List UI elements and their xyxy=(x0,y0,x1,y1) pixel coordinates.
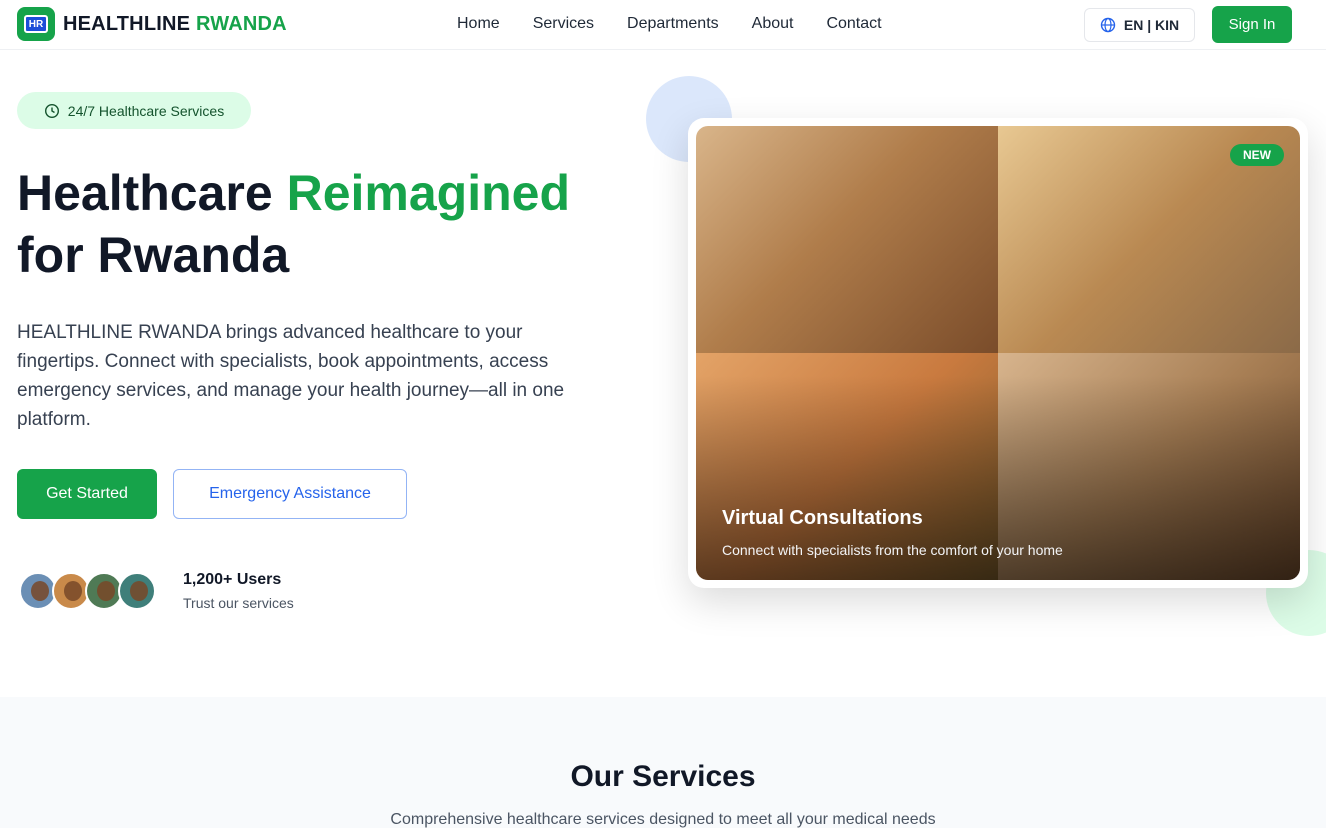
nav-link-contact[interactable]: Contact xyxy=(826,15,881,33)
hero-title-part1: Healthcare xyxy=(17,165,273,221)
logo-mark: HR xyxy=(24,15,48,33)
sign-in-button[interactable]: Sign In xyxy=(1212,6,1292,43)
availability-badge-text: 24/7 Healthcare Services xyxy=(67,102,225,119)
nav-link-services[interactable]: Services xyxy=(533,15,594,33)
hero-title: Healthcare Reimagined for Rwanda xyxy=(17,162,637,286)
logo-text-main: HEALTHLINE xyxy=(63,12,191,35)
hero-title-accent: Reimagined xyxy=(286,165,571,221)
card-title: Virtual Consultations xyxy=(722,507,923,529)
users-subtitle: Trust our services xyxy=(183,595,294,611)
navbar: HR HEALTHLINE RWANDA Home Services Depar… xyxy=(0,0,1326,50)
nav-link-home[interactable]: Home xyxy=(457,15,500,33)
hero-title-part2: for Rwanda xyxy=(17,227,290,283)
nav-link-departments[interactable]: Departments xyxy=(627,15,719,33)
new-badge: NEW xyxy=(1230,144,1284,166)
hero-description: HEALTHLINE RWANDA brings advanced health… xyxy=(17,322,565,430)
language-toggle-button[interactable]: EN | KIN xyxy=(1084,8,1195,42)
nav-link-about[interactable]: About xyxy=(752,15,794,33)
hr-logo-icon: HR xyxy=(17,7,55,41)
services-section: Our Services Comprehensive healthcare se… xyxy=(0,697,1326,828)
get-started-button[interactable]: Get Started xyxy=(17,469,157,519)
logo[interactable]: HR HEALTHLINE RWANDA xyxy=(17,7,287,41)
user-avatars xyxy=(19,572,156,610)
clock-icon xyxy=(44,103,59,118)
logo-text: HEALTHLINE RWANDA xyxy=(63,13,287,36)
services-subtitle: Comprehensive healthcare services design… xyxy=(390,811,936,828)
logo-text-accent: RWANDA xyxy=(195,12,287,35)
globe-icon xyxy=(1100,17,1116,33)
feature-image-card[interactable]: Virtual Consultations Connect with speci… xyxy=(688,118,1308,588)
avatar xyxy=(118,572,156,610)
emergency-assistance-button[interactable]: Emergency Assistance xyxy=(173,469,407,519)
nav-links: Home Services Departments About Contact xyxy=(457,15,915,33)
availability-badge: 24/7 Healthcare Services xyxy=(17,92,251,129)
consultation-photo-collage: Virtual Consultations Connect with speci… xyxy=(696,126,1300,580)
language-label: EN | KIN xyxy=(1123,17,1180,33)
users-count: 1,200+ Users xyxy=(183,571,282,588)
card-subtitle: Connect with specialists from the comfor… xyxy=(722,542,1063,558)
services-title: Our Services xyxy=(570,760,756,793)
